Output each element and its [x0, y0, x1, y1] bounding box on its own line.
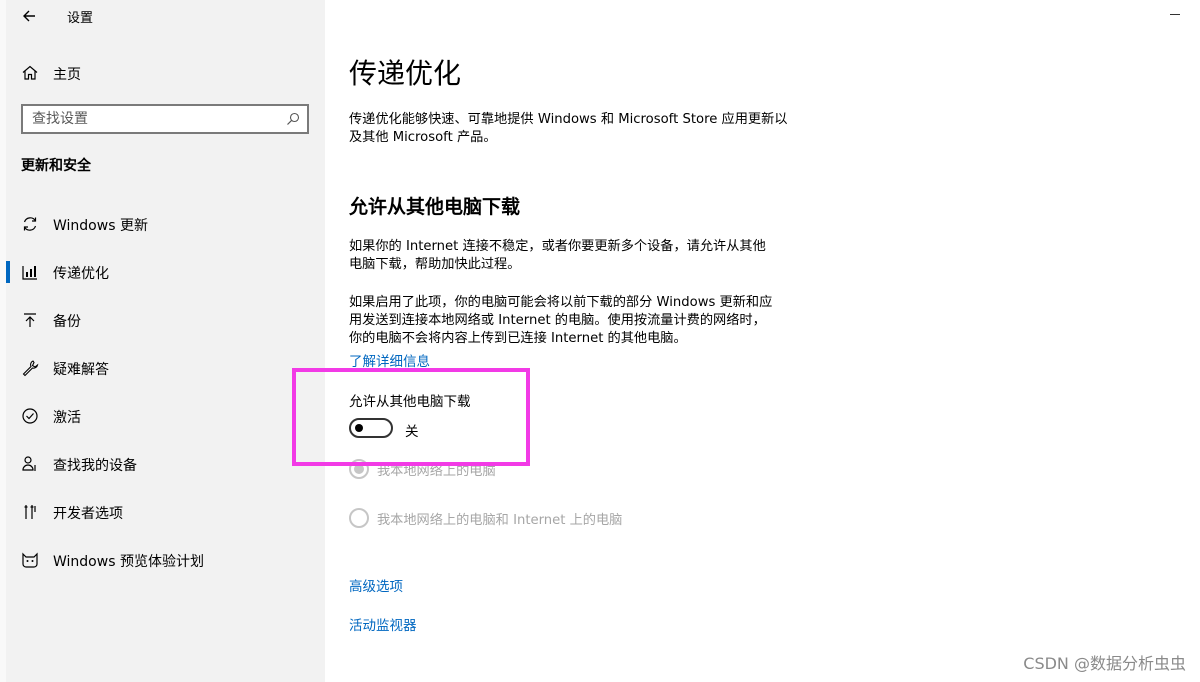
- sidebar-item-label: 激活: [53, 410, 81, 426]
- watermark: CSDN @数据分析虫虫: [1023, 654, 1186, 673]
- paragraph-line: 你的电脑不会将内容上传到已连接 Internet 的其他电脑。: [349, 331, 687, 346]
- section-subheading: 允许从其他电脑下载: [349, 196, 521, 218]
- main-content: 传递优化 传递优化能够快速、可靠地提供 Windows 和 Microsoft …: [325, 0, 1200, 682]
- activity-monitor-link[interactable]: 活动监视器: [349, 614, 417, 634]
- intro-text: 传递优化能够快速、可靠地提供 Windows 和 Microsoft Store…: [349, 111, 801, 147]
- paragraph-line: 电脑下载，帮助加快此过程。: [349, 257, 521, 272]
- advanced-options-link[interactable]: 高级选项: [349, 575, 403, 595]
- sidebar-item-label: 传递优化: [53, 266, 109, 282]
- sidebar-item-delivery-optimization[interactable]: 传递优化: [0, 252, 325, 292]
- sidebar-item-label: 备份: [53, 314, 81, 330]
- sidebar-item-windows-update[interactable]: Windows 更新: [0, 204, 325, 244]
- sidebar-item-backup[interactable]: 备份: [0, 300, 325, 340]
- sidebar-item-windows-insider[interactable]: Windows 预览体验计划: [0, 540, 325, 580]
- radio-local-network[interactable]: 我本地网络上的电脑: [349, 458, 649, 480]
- person-location-icon: [20, 454, 40, 474]
- radio-label: 我本地网络上的电脑和 Internet 上的电脑: [377, 513, 623, 528]
- intro-line: 及其他 Microsoft 产品。: [349, 130, 497, 145]
- sidebar-item-label: 开发者选项: [53, 506, 123, 522]
- sidebar-item-home[interactable]: 主页: [0, 58, 325, 88]
- search-icon[interactable]: [285, 111, 301, 127]
- developer-tools-icon: [20, 502, 40, 522]
- sidebar-item-developer-options[interactable]: 开发者选项: [0, 492, 325, 532]
- toggle-label: 允许从其他电脑下载: [349, 394, 471, 410]
- allow-downloads-toggle[interactable]: [349, 418, 393, 438]
- minimize-button[interactable]: [1170, 14, 1180, 15]
- page-title: 传递优化: [349, 57, 462, 90]
- toggle-knob: [355, 424, 363, 432]
- radio-label: 我本地网络上的电脑: [377, 464, 496, 479]
- sidebar-item-find-my-device[interactable]: 查找我的设备: [0, 444, 325, 484]
- sidebar-item-label: Windows 更新: [53, 218, 148, 234]
- app-title: 设置: [67, 11, 94, 26]
- description-paragraph-1: 如果你的 Internet 连接不稳定，或者你要更新多个设备，请允许从其他 电脑…: [349, 238, 801, 274]
- section-heading: 更新和安全: [21, 158, 91, 174]
- radio-circle: [349, 508, 369, 528]
- sidebar-item-label: 主页: [53, 67, 81, 83]
- toggle-state-text: 关: [405, 424, 419, 440]
- sidebar-item-activation[interactable]: 激活: [0, 396, 325, 436]
- titlebar: 设置: [0, 0, 325, 32]
- paragraph-line: 如果启用了此项，你的电脑可能会将以前下载的部分 Windows 更新和应: [349, 295, 773, 310]
- sidebar-item-label: 查找我的设备: [53, 458, 137, 474]
- radio-local-and-internet[interactable]: 我本地网络上的电脑和 Internet 上的电脑: [349, 507, 649, 529]
- insider-cat-icon: [20, 550, 40, 570]
- back-arrow-icon: [23, 10, 35, 22]
- sidebar-item-label: Windows 预览体验计划: [53, 554, 204, 570]
- search-box[interactable]: [21, 104, 309, 134]
- wrench-icon: [20, 358, 40, 378]
- description-paragraph-2: 如果启用了此项，你的电脑可能会将以前下载的部分 Windows 更新和应 用发送…: [349, 294, 801, 348]
- refresh-icon: [20, 214, 40, 234]
- back-button[interactable]: [18, 4, 42, 28]
- intro-line: 传递优化能够快速、可靠地提供 Windows 和 Microsoft Store…: [349, 112, 788, 127]
- paragraph-line: 用发送到连接本地网络或 Internet 的电脑。使用按流量计费的网络时，: [349, 313, 766, 328]
- backup-arrow-icon: [20, 310, 40, 330]
- selected-indicator: [6, 261, 10, 283]
- home-icon: [20, 63, 40, 83]
- sidebar: 设置 主页 更新和安全 Windows 更新: [0, 0, 325, 682]
- radio-dot: [354, 464, 364, 474]
- sidebar-item-troubleshoot[interactable]: 疑难解答: [0, 348, 325, 388]
- delivery-optimization-icon: [20, 262, 40, 282]
- paragraph-line: 如果你的 Internet 连接不稳定，或者你要更新多个设备，请允许从其他: [349, 239, 766, 254]
- search-input[interactable]: [32, 110, 272, 128]
- checkmark-circle-icon: [20, 406, 40, 426]
- learn-more-link[interactable]: 了解详细信息: [349, 350, 430, 370]
- sidebar-item-label: 疑难解答: [53, 362, 109, 378]
